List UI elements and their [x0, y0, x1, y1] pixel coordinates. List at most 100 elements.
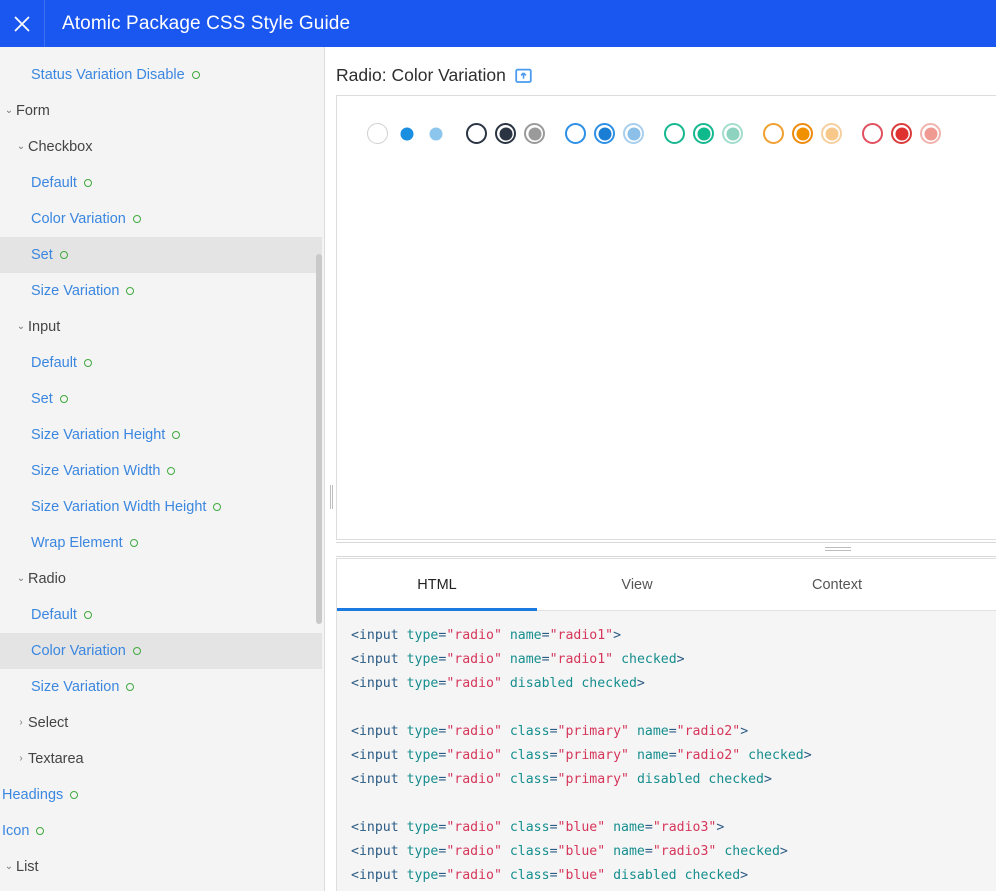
splitter-grip[interactable]	[825, 546, 851, 552]
tab-view[interactable]: View	[537, 559, 737, 610]
sidebar-scroll-area[interactable]: Status Variation Disable ⌄ Form ⌄ Checkbox De…	[0, 47, 322, 891]
radio-green-unchecked[interactable]	[664, 123, 685, 144]
radio-inner-dot	[924, 127, 937, 140]
radio-default-unchecked[interactable]	[367, 123, 388, 144]
sidebar-item-set[interactable]: Set	[0, 237, 322, 273]
close-button[interactable]	[0, 0, 45, 47]
code-token: type	[406, 748, 439, 763]
code-token: =	[644, 820, 653, 835]
preview-pane	[336, 95, 996, 540]
open-in-new-icon[interactable]	[515, 67, 532, 84]
sidebar-item-default[interactable]: Default	[0, 597, 322, 633]
circle-status-icon	[132, 647, 141, 655]
circle-status-icon	[213, 503, 222, 511]
sidebar-resizer-grip[interactable]	[329, 485, 334, 509]
sidebar-item-select[interactable]: › Select	[0, 705, 322, 741]
radio-inner-dot	[429, 127, 442, 140]
sidebar-item-wrap-element[interactable]: Wrap Element	[0, 525, 322, 561]
circle-status-icon	[132, 215, 141, 223]
sidebar-item-set[interactable]: Set	[0, 381, 322, 417]
code-token: name	[509, 652, 542, 667]
radio-dark-disabled[interactable]	[524, 123, 545, 144]
code-token: name	[636, 748, 669, 763]
sidebar-item-list[interactable]: ⌄ List	[0, 849, 322, 885]
code-panel: HTML View Context <input type="radio" name…	[336, 558, 996, 891]
sidebar-item-label: Checkbox	[28, 139, 93, 155]
radio-green-checked[interactable]	[693, 123, 714, 144]
code-token: <	[351, 820, 359, 835]
sidebar-item-icon[interactable]: Icon	[0, 813, 322, 849]
radio-orange-disabled[interactable]	[821, 123, 842, 144]
code-token: "primary"	[557, 772, 629, 787]
radio-dark-unchecked[interactable]	[466, 123, 487, 144]
tab-html[interactable]: HTML	[337, 559, 537, 611]
sidebar-item-headings[interactable]: Headings	[0, 777, 322, 813]
sidebar-item-size-variation-width-height[interactable]: Size Variation Width Height	[0, 489, 322, 525]
code-token: input	[358, 772, 399, 787]
sidebar-scrollbar-thumb[interactable]	[316, 254, 322, 624]
sidebar-item-size-variation[interactable]: Size Variation	[0, 273, 322, 309]
radio-blue-unchecked[interactable]	[565, 123, 586, 144]
tab-context[interactable]: Context	[737, 559, 937, 610]
chevron-right-icon[interactable]: ›	[14, 718, 28, 728]
sidebar-item-input[interactable]: ⌄ Input	[0, 309, 322, 345]
sidebar-item-size-variation-height[interactable]: Size Variation Height	[0, 417, 322, 453]
sidebar-item-color-variation[interactable]: Color Variation	[0, 201, 322, 237]
sidebar-item-checkbox[interactable]: ⌄ Checkbox	[0, 129, 322, 165]
radio-blue-checked[interactable]	[594, 123, 615, 144]
radio-inner-dot	[796, 127, 809, 140]
code-token: >	[636, 676, 645, 691]
sidebar-item-default[interactable]: Default	[0, 345, 322, 381]
main-content: Radio: Color Variation HTML View Context <…	[336, 47, 996, 891]
radio-inner-dot	[528, 127, 541, 140]
sidebar-divider	[324, 47, 325, 891]
radio-red-unchecked[interactable]	[862, 123, 883, 144]
code-token: type	[406, 844, 439, 859]
chevron-down-icon[interactable]: ⌄	[2, 106, 16, 116]
radio-dark-checked[interactable]	[495, 123, 516, 144]
radio-red-disabled[interactable]	[920, 123, 941, 144]
sidebar-item-status-variation-disable[interactable]: Status Variation Disable	[0, 57, 322, 93]
radio-green-disabled[interactable]	[722, 123, 743, 144]
radio-orange-checked[interactable]	[792, 123, 813, 144]
radio-orange-unchecked[interactable]	[763, 123, 784, 144]
code-token: input	[358, 820, 399, 835]
sidebar-item-default[interactable]: Default	[0, 165, 322, 201]
sidebar-item-label: Select	[28, 715, 69, 731]
radio-default-disabled[interactable]	[425, 123, 446, 144]
radio-blue-disabled[interactable]	[623, 123, 644, 144]
sidebar-item-label: Size Variation	[31, 679, 120, 695]
code-token: <	[351, 868, 359, 883]
sidebar-item-radio[interactable]: ⌄ Radio	[0, 561, 322, 597]
code-token: type	[406, 868, 439, 883]
sidebar-resizer[interactable]	[326, 47, 335, 891]
chevron-down-icon[interactable]: ⌄	[14, 322, 28, 332]
radio-red-checked[interactable]	[891, 123, 912, 144]
sidebar-item-size-variation-width[interactable]: Size Variation Width	[0, 453, 322, 489]
chevron-down-icon[interactable]: ⌄	[14, 574, 28, 584]
code-token: =	[549, 748, 558, 763]
chevron-down-icon[interactable]: ⌄	[14, 142, 28, 152]
sidebar-item-label: Default	[31, 175, 77, 191]
code-token: "radio"	[446, 748, 502, 763]
code-token: class	[509, 844, 550, 859]
horizontal-splitter[interactable]	[336, 542, 996, 558]
sidebar-item-textarea[interactable]: › Textarea	[0, 741, 322, 777]
sidebar-item-form[interactable]: ⌄ Form	[0, 93, 322, 129]
code-token: input	[358, 868, 399, 883]
code-token: <	[351, 772, 359, 787]
sidebar-item-label: Size Variation Height	[31, 427, 166, 443]
code-token: class	[509, 868, 550, 883]
radio-default-checked[interactable]	[396, 123, 417, 144]
chevron-down-icon[interactable]: ⌄	[2, 862, 16, 872]
code-block[interactable]: <input type="radio" name="radio1"> <input…	[337, 611, 996, 891]
sidebar-item-size-variation[interactable]: Size Variation	[0, 669, 322, 705]
chevron-right-icon[interactable]: ›	[14, 754, 28, 764]
radio-color-variation-row	[337, 96, 996, 144]
sidebar-item-color-variation[interactable]: Color Variation	[0, 633, 322, 669]
